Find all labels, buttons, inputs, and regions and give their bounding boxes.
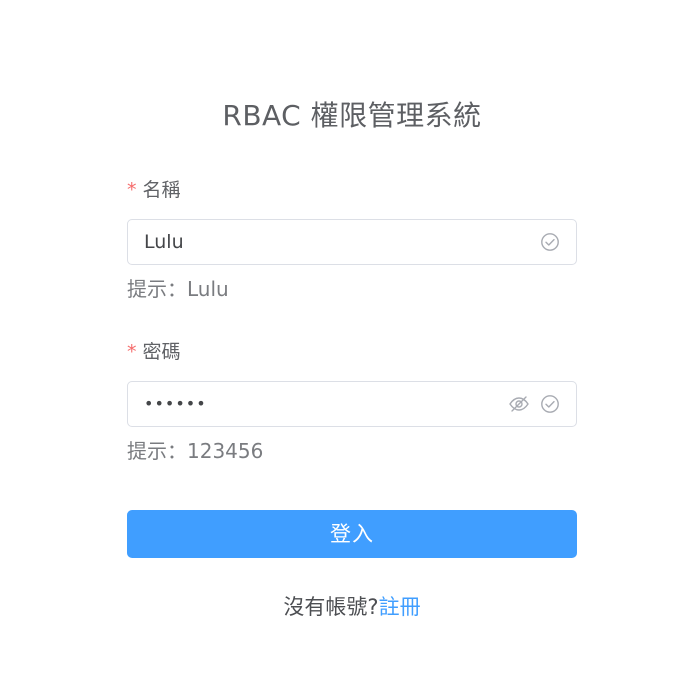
password-hint: 提示：123456 xyxy=(127,439,264,463)
username-input[interactable] xyxy=(144,220,496,264)
password-label: * 密碼 xyxy=(127,334,577,370)
username-field[interactable] xyxy=(127,219,577,265)
circle-check-icon xyxy=(540,232,560,252)
login-page: RBAC 權限管理系統 *名稱 提示：Lulu *密碼 xyxy=(0,0,682,678)
register-link[interactable]: 註冊 xyxy=(379,595,421,619)
required-mark: * xyxy=(127,179,137,201)
password-input[interactable] xyxy=(144,382,496,426)
username-label-text: 名稱 xyxy=(142,179,181,201)
page-title: RBAC 權限管理系統 xyxy=(222,99,482,132)
login-form: *名稱 提示：Lulu *密碼 xyxy=(127,172,577,466)
password-field[interactable] xyxy=(127,381,577,427)
register-prompt: 沒有帳號?註冊 xyxy=(0,590,682,624)
password-label-text: 密碼 xyxy=(142,341,181,363)
required-mark: * xyxy=(127,341,137,363)
register-prompt-text: 沒有帳號? xyxy=(283,595,379,619)
login-button[interactable]: 登入 xyxy=(127,510,577,558)
username-label: * 名稱 xyxy=(127,172,577,208)
circle-check-icon xyxy=(540,394,560,414)
username-hint: 提示：Lulu xyxy=(127,277,229,301)
eye-off-icon[interactable] xyxy=(508,394,529,414)
